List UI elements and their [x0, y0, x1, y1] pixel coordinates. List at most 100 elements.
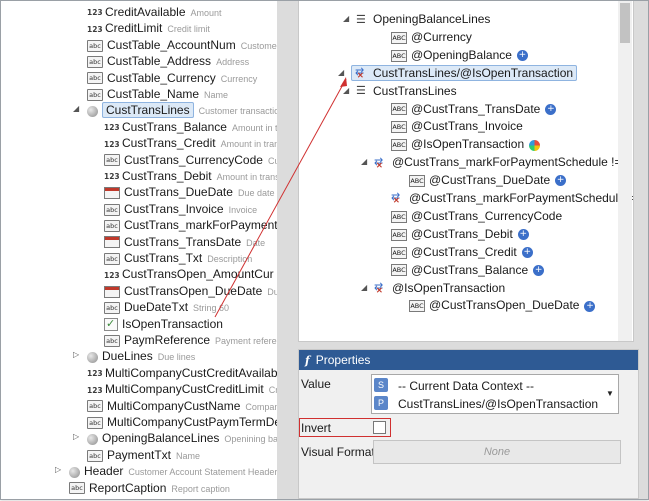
format-node[interactable]: ⇄ ✕ @CustTrans_markForPaymentSchedule != '… [374, 154, 629, 170]
string-icon: abc [87, 88, 103, 101]
format-node[interactable]: ABC @CustTrans_CurrencyCode [391, 208, 562, 224]
data-source-node[interactable]: abcMultiCompanyCustPaymTermDescD [87, 414, 277, 430]
data-source-node[interactable]: 123CustTrans_Credit Amount in transac [104, 135, 277, 151]
data-source-node[interactable]: abc CustTrans_Invoice Invoice [104, 201, 257, 217]
format-node[interactable]: ⇄ ✕ @CustTrans_markForPaymentSchedule != '… [391, 190, 633, 206]
data-source-node[interactable]: abc CustTrans_markForPaymentSche [104, 217, 277, 233]
visual-format-field[interactable]: None [373, 440, 621, 464]
data-source-tree[interactable]: 123 CreditAvailable Amount 123 CreditLimit Cr… [1, 1, 277, 499]
expand-arrow-icon[interactable]: ◢ [343, 14, 353, 23]
data-source-node[interactable]: CustTransOpen_DueDate Due date [104, 283, 277, 299]
node-label: CustTrans_Debit [122, 169, 212, 183]
data-source-node[interactable]: abc PaymentTxt Name [87, 447, 200, 463]
data-source-node[interactable]: CustTrans_TransDate Date [104, 234, 265, 250]
invert-checkbox[interactable] [373, 421, 386, 434]
value-binding-select[interactable]: S P -- Current Data Context -- CustTrans… [371, 374, 619, 414]
expand-arrow-icon[interactable]: ◢ [361, 283, 371, 292]
data-source-node[interactable]: abc CustTrans_Txt Description [104, 250, 252, 266]
string-icon: abc [87, 72, 103, 85]
data-source-node[interactable]: 123CustTrans_Debit Amount in transac [104, 168, 277, 184]
data-source-node[interactable]: Header Customer Account Statement Header [69, 463, 277, 479]
node-label: CustTrans_Txt [124, 251, 203, 265]
binding-plus-icon: + [516, 50, 528, 62]
format-node[interactable]: ABC @CustTrans_Balance + [391, 262, 545, 278]
expand-arrow-icon[interactable]: ◢ [343, 86, 353, 95]
node-description: Payment reference [215, 336, 277, 346]
format-node[interactable]: ⇄ ✕ CustTransLines/@IsOpenTransaction [351, 64, 578, 81]
node-wrap: ABC @CustTransOpen_DueDate [409, 298, 579, 312]
string-icon: abc [87, 416, 103, 429]
data-source-node[interactable]: 123CustTransOpen_AmountCurAmou [104, 266, 277, 282]
data-source-node[interactable]: abc DueDateTxt String 60 [104, 299, 229, 315]
format-node[interactable]: ☰ OpeningBalanceLines [356, 11, 490, 27]
format-tree[interactable]: ☰ OpeningBalanceLines ◢ ABC @Currency ABC @Ope… [298, 1, 634, 342]
format-node[interactable]: ABC @CustTrans_Invoice [391, 118, 523, 134]
node-label: OpeningBalanceLines [373, 12, 491, 26]
node-label: CustTrans_Balance [122, 119, 227, 134]
collapse-arrow-icon[interactable]: ▷ [73, 350, 83, 359]
data-source-node[interactable]: abc MultiCompanyCustName Company nam [87, 398, 277, 414]
format-node[interactable]: ABC @CustTrans_Debit + [391, 226, 529, 242]
node-wrap: ABC @Currency [391, 30, 472, 44]
node-label: CustTransLines [373, 83, 457, 98]
format-node[interactable]: ABC @CustTrans_Credit + [391, 244, 533, 260]
data-source-node[interactable]: IsOpenTransaction [104, 316, 223, 332]
pane-splitter[interactable] [277, 1, 290, 499]
data-source-node[interactable]: abc ReportCaption Report caption [69, 480, 230, 496]
data-source-node[interactable]: OpeningBalanceLines Openining balance [87, 430, 277, 446]
node-description: Openining balance [224, 434, 277, 445]
node-label: MultiCompanyCustName [107, 398, 241, 413]
format-node[interactable]: ABC @Currency [391, 29, 472, 45]
node-label: @CustTrans_DueDate [429, 173, 551, 188]
data-source-node[interactable]: DueLines Due lines [87, 348, 195, 364]
data-source-node[interactable]: abc CustTable_Currency Currency [87, 70, 257, 86]
conditional-icon: ⇄ ✕ [374, 280, 384, 295]
node-description: Company nam [245, 401, 277, 412]
data-source-node[interactable]: CustTransLines Customer transactions [87, 102, 277, 119]
node-label: CustTransLines [102, 102, 194, 119]
number-icon: 123 [87, 8, 103, 18]
data-source-node[interactable]: 123MultiCompanyCustCreditAvailableC [87, 365, 277, 381]
structure-icon: S [374, 378, 388, 392]
format-node[interactable]: ABC @OpeningBalance + [391, 47, 528, 63]
expand-arrow-icon[interactable]: ◢ [338, 68, 348, 77]
data-source-node[interactable]: abc PaymReference Payment reference [104, 332, 277, 348]
node-label: CustTransLines/@IsOpenTransaction [373, 65, 574, 80]
collapse-arrow-icon[interactable]: ▷ [73, 432, 83, 441]
conditional-icon: ⇄ ✕ [355, 66, 365, 81]
node-label: CustTransOpen_AmountCur [122, 267, 274, 282]
sequence-icon: ☰ [356, 85, 366, 98]
date-icon [104, 285, 120, 298]
format-node[interactable]: ABC @CustTransOpen_DueDate + [409, 297, 596, 313]
record-list-icon [87, 433, 98, 445]
data-source-node[interactable]: 123 CreditAvailable Amount [87, 4, 222, 20]
collapse-arrow-icon[interactable]: ▷ [55, 465, 65, 474]
number-icon: 123 [104, 270, 120, 280]
date-icon [104, 236, 120, 249]
format-node[interactable]: ☰ CustTransLines [356, 83, 457, 99]
conditional-icon: ⇄ ✕ [391, 191, 401, 206]
node-description: Due lines [157, 352, 196, 363]
data-source-node[interactable]: 123CustTrans_Balance Amount in transac [104, 119, 277, 135]
data-source-node[interactable]: abc CustTable_Name Name [87, 86, 228, 102]
data-source-node[interactable]: abc CustTable_AccountNum Customer acco [87, 37, 277, 53]
data-source-node[interactable]: abc CustTrans_CurrencyCode Currency [104, 152, 277, 168]
scrollbar-thumb[interactable] [620, 3, 630, 43]
data-source-node[interactable]: 123 CreditLimit Credit limit [87, 20, 210, 36]
string-icon: ABC [391, 210, 407, 223]
expand-arrow-icon[interactable]: ◢ [361, 157, 371, 166]
data-source-node[interactable]: abc CustTable_Address Address [87, 53, 249, 69]
string-icon: abc [104, 302, 120, 315]
node-description: Customer transactions [198, 106, 277, 117]
format-node[interactable]: ABC @CustTrans_TransDate + [391, 101, 557, 117]
format-node[interactable]: ABC @CustTrans_DueDate + [409, 172, 567, 188]
data-source-node[interactable]: CustTrans_DueDate Due date [104, 184, 274, 200]
data-source-node[interactable]: 123MultiCompanyCustCreditLimit Credit [87, 381, 277, 397]
chevron-down-icon[interactable]: ▼ [606, 389, 614, 398]
expand-arrow-icon[interactable]: ◢ [73, 104, 83, 113]
format-tree-scrollbar[interactable] [618, 1, 632, 341]
format-node[interactable]: ⇄ ✕ @IsOpenTransaction [374, 280, 505, 296]
string-icon: ABC [391, 103, 407, 116]
node-description: Due date [267, 286, 277, 297]
format-node[interactable]: ABC @IsOpenTransaction [391, 136, 541, 152]
